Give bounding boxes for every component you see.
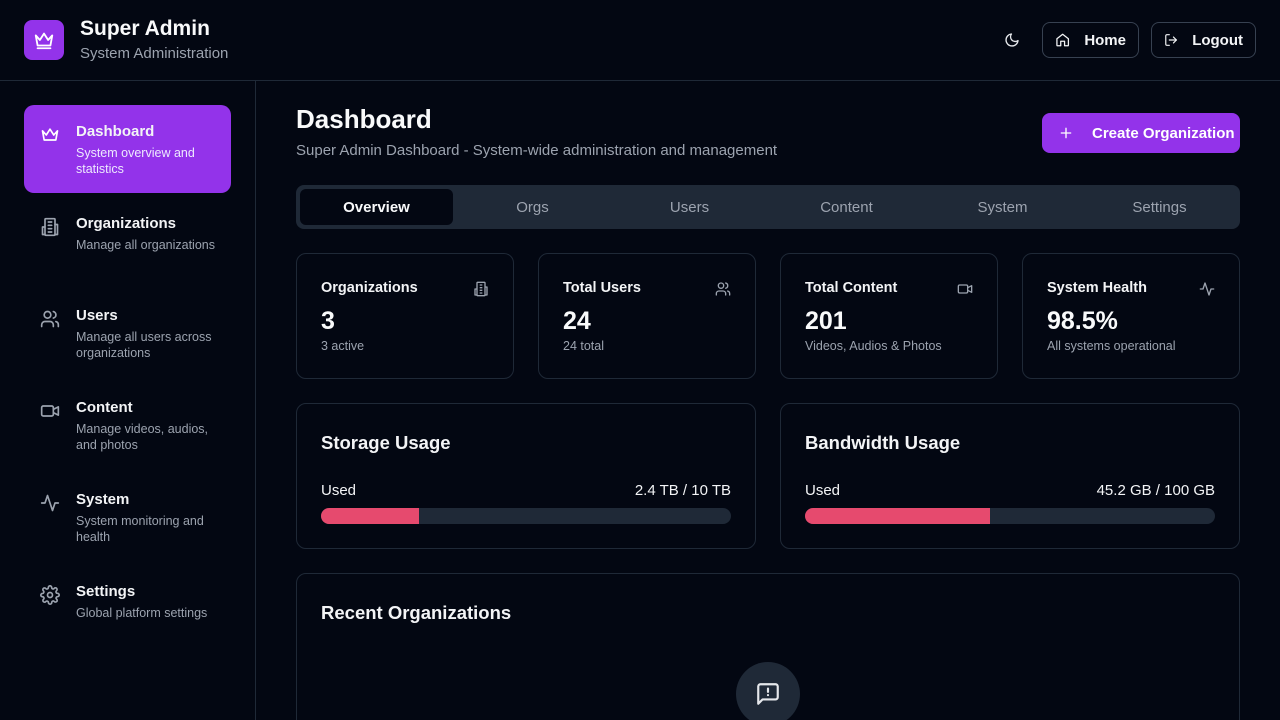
storage-used-amount: 2.4 TB / 10 TB: [634, 482, 731, 499]
video-icon: [40, 405, 60, 417]
recent-organizations-card: Recent Organizations: [296, 573, 1240, 720]
stat-subtext: All systems operational: [1047, 339, 1176, 353]
crown-icon: [41, 128, 59, 141]
sidebar-item-settings[interactable]: Settings Global platform settings: [24, 565, 231, 637]
sidebar-item-label: Users: [76, 307, 118, 324]
storage-progress-fill: [321, 508, 420, 524]
sidebar-item-desc: System monitoring and health: [76, 514, 204, 544]
stat-value: 201: [805, 307, 847, 335]
page-title: Dashboard: [296, 104, 432, 134]
stat-card-total-content: Total Content 201 Videos, Audios & Photo…: [780, 253, 998, 379]
sidebar-item-desc: Manage all organizations: [76, 238, 215, 252]
users-icon: [715, 282, 731, 296]
sidebar-item-desc: Manage videos, audios, and photos: [76, 422, 209, 452]
stat-label: Total Content: [805, 280, 898, 296]
storage-progress-bar: [321, 508, 731, 524]
sidebar-item-users[interactable]: Users Manage all users across organizati…: [24, 289, 231, 377]
stat-card-system-health: System Health 98.5% All systems operatio…: [1022, 253, 1240, 379]
activity-icon: [1199, 282, 1215, 296]
sidebar-item-desc: Manage all users across organizations: [76, 330, 212, 360]
sidebar-item-system[interactable]: System System monitoring and health: [24, 473, 231, 561]
stat-value: 98.5%: [1047, 307, 1118, 335]
stat-label: Total Users: [563, 280, 641, 296]
bandwidth-usage-card: Bandwidth Usage Used 45.2 GB / 100 GB: [780, 403, 1240, 549]
tab-users[interactable]: Users: [613, 189, 766, 225]
storage-usage-card: Storage Usage Used 2.4 TB / 10 TB: [296, 403, 756, 549]
sidebar-item-organizations[interactable]: Organizations Manage all organizations: [24, 197, 231, 285]
sidebar-item-label: System: [76, 491, 130, 508]
bandwidth-progress-bar: [805, 508, 1215, 524]
app-title: Super Admin: [80, 17, 210, 40]
home-button[interactable]: Home: [1042, 22, 1139, 58]
bandwidth-progress-fill: [805, 508, 991, 524]
sidebar-item-dashboard[interactable]: Dashboard System overview and statistics: [24, 105, 231, 193]
home-icon: [1056, 33, 1070, 47]
users-icon: [40, 310, 60, 328]
message-square-warning-icon: [736, 662, 800, 720]
building-icon: [41, 217, 59, 237]
stat-label: Organizations: [321, 280, 418, 296]
bandwidth-usage-title: Bandwidth Usage: [805, 432, 961, 453]
recent-organizations-title: Recent Organizations: [321, 602, 512, 623]
create-organization-button[interactable]: Create Organization: [1042, 113, 1240, 153]
sidebar-item-content[interactable]: Content Manage videos, audios, and photo…: [24, 381, 231, 469]
stat-card-organizations: Organizations 3 3 active: [296, 253, 514, 379]
crown-icon: [24, 20, 64, 60]
sidebar-item-label: Content: [76, 399, 133, 416]
bandwidth-used-label: Used: [805, 482, 841, 499]
video-icon: [957, 284, 973, 294]
sidebar-item-desc: System overview and statistics: [76, 146, 195, 176]
logout-button[interactable]: Logout: [1151, 22, 1256, 58]
stat-subtext: Videos, Audios & Photos: [805, 339, 942, 353]
logout-icon: [1165, 34, 1178, 46]
sidebar-item-label: Organizations: [76, 215, 177, 232]
stat-subtext: 24 total: [563, 339, 605, 353]
stat-subtext: 3 active: [321, 339, 365, 353]
building-icon: [474, 281, 488, 297]
home-label: Home: [1084, 31, 1126, 49]
sidebar-item-label: Dashboard: [76, 123, 155, 140]
tab-settings[interactable]: Settings: [1083, 189, 1236, 225]
sidebar: Dashboard System overview and statistics…: [0, 81, 256, 720]
logout-label: Logout: [1192, 31, 1243, 49]
gear-icon: [40, 585, 60, 605]
tab-bar: Overview Orgs Users Content System Setti…: [296, 185, 1240, 229]
sidebar-item-label: Settings: [76, 583, 136, 600]
top-bar: Super Admin System Administration Home L…: [0, 0, 1280, 81]
stat-value: 24: [563, 307, 591, 335]
storage-used-label: Used: [321, 482, 357, 499]
tab-orgs[interactable]: Orgs: [456, 189, 609, 225]
stat-card-total-users: Total Users 24 24 total: [538, 253, 756, 379]
moon-icon: [1005, 33, 1019, 47]
theme-toggle-button[interactable]: [994, 22, 1030, 58]
sidebar-item-desc: Global platform settings: [76, 606, 208, 620]
page-subtitle: Super Admin Dashboard - System-wide admi…: [296, 142, 778, 159]
activity-icon: [40, 494, 60, 512]
tab-overview[interactable]: Overview: [300, 189, 453, 225]
create-organization-label: Create Organization: [1092, 124, 1235, 142]
tab-content[interactable]: Content: [770, 189, 923, 225]
tab-system[interactable]: System: [926, 189, 1079, 225]
bandwidth-used-amount: 45.2 GB / 100 GB: [1096, 482, 1215, 499]
app-subtitle: System Administration: [80, 45, 229, 62]
stat-label: System Health: [1047, 280, 1147, 296]
storage-usage-title: Storage Usage: [321, 432, 451, 453]
stat-value: 3: [321, 307, 335, 335]
plus-icon: [1060, 127, 1072, 139]
